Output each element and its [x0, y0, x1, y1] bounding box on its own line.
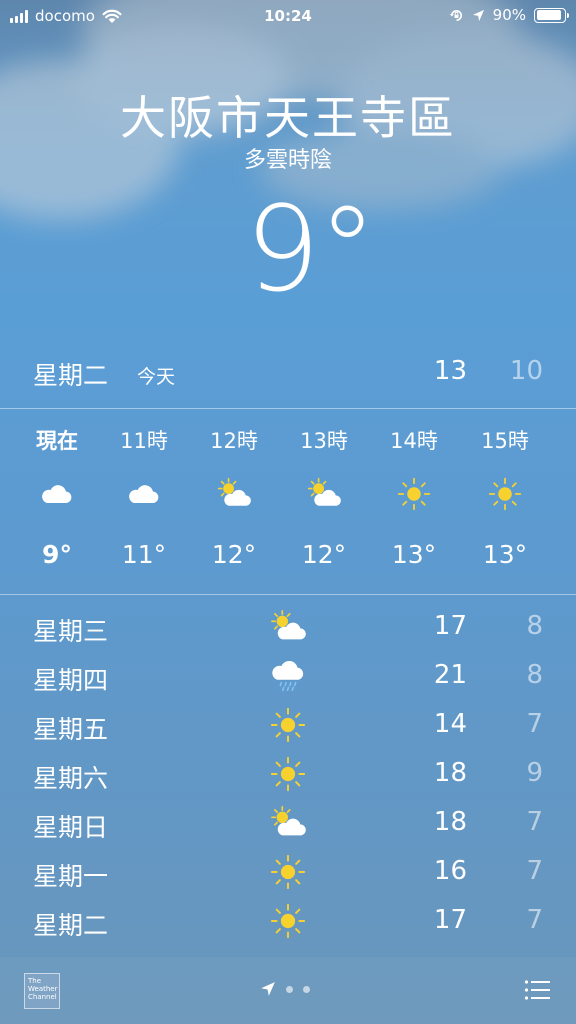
page-dot [303, 985, 310, 993]
battery-icon [534, 7, 569, 23]
day-name: 星期一 [33, 862, 109, 891]
weather-condition: 多雲時陰 [243, 148, 332, 173]
daily-row: 星期日 18 7 [33, 798, 545, 846]
battery-percent: 90% [492, 6, 526, 24]
daily-row: 星期四 21 8 [33, 651, 545, 699]
today-high-temp: 13 [433, 356, 467, 386]
hour-temp: 9° [42, 540, 72, 569]
logo-line: Weather [28, 985, 58, 993]
day-name: 星期二 [33, 911, 109, 940]
day-name: 星期三 [33, 617, 109, 646]
hour-item: 11時 11° [99, 410, 189, 595]
hour-temp: 12° [301, 540, 347, 569]
day-name: 星期四 [33, 666, 109, 695]
day-name: 星期五 [33, 715, 109, 744]
today-row: 星期二 今天 13 10 [33, 352, 545, 392]
daily-row: 星期三 17 8 [33, 602, 545, 650]
hour-temp: 11° [121, 540, 167, 569]
bottom-toolbar: The Weather Channel [0, 957, 576, 1024]
logo-line: Channel [28, 993, 57, 1001]
location-arrow-icon [472, 9, 484, 21]
hour-temp: 13° [391, 540, 437, 569]
battery-fill [536, 10, 561, 20]
day-high-temp: 14 [433, 709, 467, 739]
day-low-temp: 7 [526, 856, 543, 886]
day-high-temp: 16 [433, 856, 467, 886]
partly-cloudy-icon [306, 476, 342, 512]
list-icon[interactable] [524, 979, 550, 1001]
day-low-temp: 7 [526, 807, 543, 837]
daily-forecast[interactable]: 星期三 17 8 星期四 21 8 星期五 14 7 星期六 18 9 星期日 … [33, 600, 545, 950]
hour-item: 現在 9° [12, 410, 102, 595]
day-high-temp: 17 [433, 905, 467, 935]
page-dot [286, 985, 293, 993]
hour-item: 12時 12° [189, 410, 279, 595]
day-low-temp: 8 [526, 660, 543, 690]
hourly-top-divider [0, 408, 576, 409]
today-day-name: 星期二 [33, 361, 109, 390]
today-label: 今天 [137, 366, 176, 388]
cloud-icon [39, 476, 75, 512]
status-right: 90% [449, 6, 569, 24]
current-temperature: 9° [244, 180, 377, 318]
daily-row: 星期六 18 9 [33, 749, 545, 797]
day-name: 星期日 [33, 813, 109, 842]
sun-icon [396, 476, 432, 512]
rain-cloud-icon [269, 657, 307, 695]
hour-time: 12時 [210, 429, 258, 453]
hour-item: 13時 12° [279, 410, 369, 595]
day-high-temp: 17 [433, 611, 467, 641]
today-low-temp: 10 [509, 356, 543, 386]
hour-time: 1 [541, 425, 576, 449]
sun-icon [269, 853, 307, 891]
daily-row: 星期一 16 7 [33, 847, 545, 895]
cloud-icon [126, 476, 162, 512]
sun-icon [269, 706, 307, 744]
day-high-temp: 18 [433, 807, 467, 837]
day-low-temp: 7 [526, 709, 543, 739]
hour-item: 15時 13° [460, 410, 550, 595]
partly-cloudy-icon [269, 608, 307, 646]
daily-row: 星期二 17 7 [33, 896, 545, 944]
hourly-bottom-divider [0, 594, 576, 595]
day-low-temp: 8 [526, 611, 543, 641]
day-low-temp: 9 [526, 758, 543, 788]
sun-icon [487, 476, 523, 512]
hour-temp: 12° [211, 540, 257, 569]
hour-time: 現在 [36, 429, 78, 453]
day-name: 星期六 [33, 764, 109, 793]
sun-icon [269, 902, 307, 940]
rotation-lock-icon [449, 9, 462, 21]
day-high-temp: 21 [433, 660, 467, 690]
weather-channel-logo[interactable]: The Weather Channel [24, 973, 60, 1009]
logo-line: The [28, 977, 42, 985]
hourly-forecast[interactable]: 現在 9° 11時 11° 12時 12° 13時 12° 14時 13° 15… [0, 410, 576, 595]
hour-temp: 13° [482, 540, 528, 569]
day-low-temp: 7 [526, 905, 543, 935]
hour-time: 14時 [390, 429, 438, 453]
daily-row: 星期五 14 7 [33, 700, 545, 748]
day-high-temp: 18 [433, 758, 467, 788]
hour-time: 13時 [300, 429, 348, 453]
partly-cloudy-icon [216, 476, 252, 512]
partly-cloudy-icon [269, 804, 307, 842]
hour-item: 1 [541, 410, 576, 595]
hour-item: 14時 13° [369, 410, 459, 595]
sun-icon [269, 755, 307, 793]
hour-time: 15時 [481, 429, 529, 453]
city-name: 大阪市天王寺區 [120, 91, 456, 145]
location-arrow-icon [261, 982, 275, 996]
hour-time: 11時 [120, 429, 168, 453]
status-bar: docomo 10:24 90% [0, 0, 576, 32]
page-indicator[interactable] [260, 981, 310, 997]
